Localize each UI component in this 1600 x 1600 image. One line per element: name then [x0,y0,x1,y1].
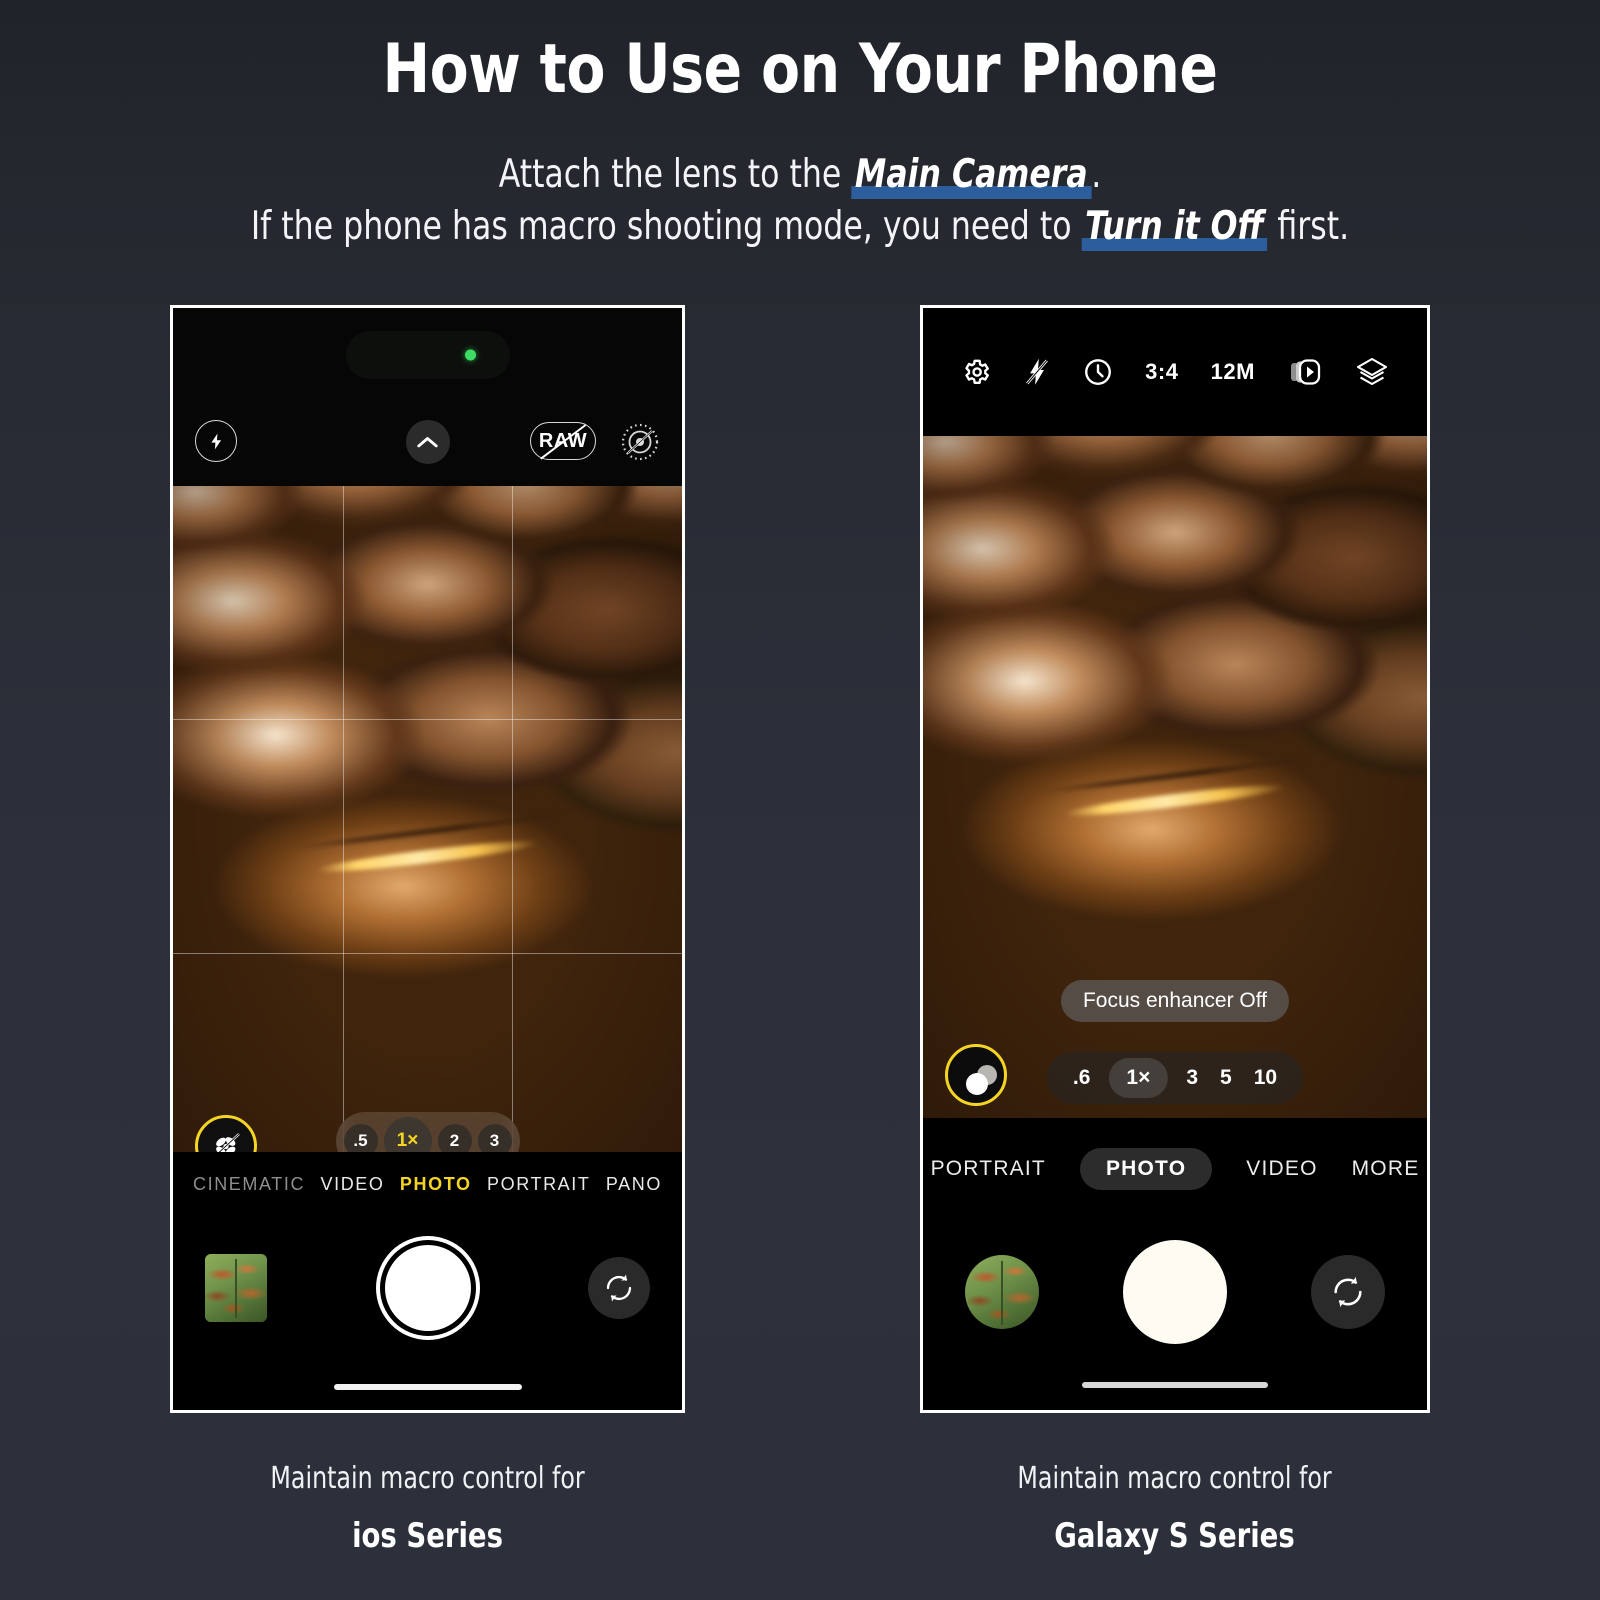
highlight-turn-it-off-text: Turn it Off [1085,204,1264,250]
android-caption-line2: Galaxy S Series [1054,1516,1296,1556]
android-zoom-selector[interactable]: .6 1× 3 5 10 [1046,1052,1304,1104]
subtitle-line-2: If the phone has macro shooting mode, yo… [80,201,1520,253]
ios-bottom-bar: CINEMATIC VIDEO PHOTO PORTRAIT PANO [173,1152,682,1410]
subtitle-line1-pre: Attach the lens to the [498,152,852,198]
subtitle-line-1: Attach the lens to the Main Camera. [80,149,1520,201]
live-photo-off-icon [621,423,659,461]
dynamic-island [345,331,510,379]
android-zoom-option-1[interactable]: 1× [1108,1058,1169,1098]
ios-live-photo-button[interactable] [620,422,660,462]
android-zoom-option-0[interactable]: .6 [1069,1060,1095,1096]
ios-caption-line1: Maintain macro control for [270,1461,585,1496]
ios-mode-cinematic[interactable]: CINEMATIC [193,1174,305,1195]
android-top-bar: 3:4 12M [923,308,1427,436]
ios-mode-video[interactable]: VIDEO [320,1174,384,1195]
android-timer-button[interactable] [1083,357,1113,387]
focus-enhancer-toast: Focus enhancer Off [1060,980,1290,1022]
thumbnail-stem [234,1259,238,1318]
motion-photo-icon [1291,359,1321,385]
android-flip-camera-button[interactable] [1311,1255,1385,1329]
android-bottom-bar: PORTRAIT PHOTO VIDEO MORE [923,1118,1427,1410]
ios-home-indicator [333,1384,522,1390]
ios-caption-line2: ios Series [352,1516,503,1556]
android-mode-portrait[interactable]: PORTRAIT [931,1157,1046,1181]
ios-top-bar: RAW [173,308,682,486]
ios-mode-selector[interactable]: CINEMATIC VIDEO PHOTO PORTRAIT PANO [173,1174,682,1195]
raw-off-icon: RAW [530,422,596,460]
chevron-up-icon [417,437,438,448]
flash-icon-wrap [195,420,237,462]
android-home-indicator [1082,1382,1268,1388]
timer-icon [1085,359,1111,385]
android-motion-photo-button[interactable] [1287,358,1323,386]
preview-vignette [173,486,682,1186]
flash-icon [210,433,221,449]
android-caption: Maintain macro control for Galaxy S Seri… [996,1461,1353,1556]
phones-row: .5 1× 2 3 CINEMATIC VIDEO PHOTO PORTRAIT… [0,305,1600,1556]
camera-active-dot-icon [464,349,476,361]
ios-action-row [173,1236,682,1340]
page-subtitle: Attach the lens to the Main Camera. If t… [80,149,1520,253]
android-mode-video[interactable]: VIDEO [1246,1157,1317,1181]
android-top-controls: 3:4 12M [961,357,1389,387]
focus-enhancer-dot-front [966,1073,988,1095]
android-focus-enhancer-button[interactable] [945,1044,1007,1106]
ios-raw-toggle-button[interactable]: RAW [530,422,596,460]
ios-caption: Maintain macro control for ios Series [249,1461,606,1556]
ios-column: .5 1× 2 3 CINEMATIC VIDEO PHOTO PORTRAIT… [170,305,685,1556]
android-gallery-thumbnail[interactable] [965,1255,1039,1329]
chevron-up-icon-wrap [405,420,450,464]
flip-camera-icon [1334,1277,1362,1307]
android-mode-more[interactable]: MORE [1352,1157,1420,1181]
ios-flash-button[interactable] [195,420,237,462]
android-shutter-button[interactable] [1123,1240,1227,1344]
ios-flip-camera-button[interactable] [588,1257,650,1319]
android-settings-button[interactable] [961,357,991,387]
android-zoom-option-3[interactable]: 5 [1216,1060,1236,1096]
ios-mode-photo[interactable]: PHOTO [400,1174,472,1195]
android-aspect-ratio-button[interactable]: 3:4 [1145,359,1178,385]
highlight-turn-it-off: Turn it Off [1081,201,1268,253]
android-caption-line1: Maintain macro control for [1017,1461,1333,1496]
flash-off-icon [1026,358,1048,385]
ios-more-controls-button[interactable] [405,420,450,464]
ios-camera-preview[interactable]: .5 1× 2 3 [173,486,682,1186]
subtitle-line1-post: . [1091,152,1102,198]
filters-icon [1357,357,1388,386]
android-mode-photo[interactable]: PHOTO [1079,1148,1213,1190]
subtitle-line2-pre: If the phone has macro shooting mode, yo… [250,204,1082,250]
android-phone-frame: Focus enhancer Off .6 1× 3 5 10 3:4 12M … [920,305,1430,1413]
android-flash-button[interactable] [1023,357,1051,387]
page-title: How to Use on Your Phone [382,30,1218,109]
highlight-main-camera: Main Camera [851,149,1091,201]
subtitle-line2-post: first. [1267,204,1350,250]
focus-enhancer-icon [952,1051,1000,1099]
android-zoom-option-2[interactable]: 3 [1182,1060,1202,1096]
highlight-main-camera-text: Main Camera [854,152,1088,198]
android-column: Focus enhancer Off .6 1× 3 5 10 3:4 12M … [920,305,1430,1556]
thumbnail-stem [1000,1260,1004,1325]
ios-mode-pano[interactable]: PANO [606,1174,662,1195]
flip-camera-icon [606,1274,632,1302]
android-filters-button[interactable] [1355,357,1389,387]
android-action-row [923,1236,1427,1348]
android-mode-selector[interactable]: PORTRAIT PHOTO VIDEO MORE [923,1148,1427,1190]
ios-shutter-button[interactable] [379,1240,476,1336]
android-zoom-option-4[interactable]: 10 [1250,1060,1281,1096]
settings-gear-icon [965,359,989,384]
page-header: How to Use on Your Phone Attach the lens… [0,0,1600,253]
ios-gallery-thumbnail[interactable] [205,1254,267,1322]
ios-mode-portrait[interactable]: PORTRAIT [487,1174,590,1195]
ios-phone-frame: .5 1× 2 3 CINEMATIC VIDEO PHOTO PORTRAIT… [170,305,685,1413]
ios-top-controls: RAW [173,420,682,470]
android-camera-preview[interactable]: Focus enhancer Off .6 1× 3 5 10 [923,436,1427,1124]
android-resolution-button[interactable]: 12M [1211,359,1255,385]
